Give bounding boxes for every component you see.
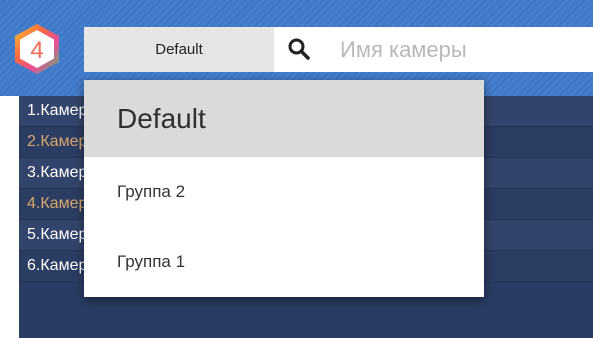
- group-dropdown-menu: Default Группа 2 Группа 1: [84, 80, 484, 297]
- dropdown-option-group-2[interactable]: Группа 2: [84, 157, 484, 227]
- hexagon-logo-icon[interactable]: 4: [11, 22, 63, 76]
- dropdown-option-group-1[interactable]: Группа 1: [84, 227, 484, 297]
- group-select-button[interactable]: Default: [84, 27, 274, 72]
- dropdown-option-default[interactable]: Default: [84, 80, 484, 157]
- logo-text: 4: [30, 37, 43, 64]
- search-input[interactable]: [340, 27, 580, 72]
- search-icon: [287, 37, 311, 61]
- dropdown-option-label: Группа 1: [117, 252, 186, 271]
- app-window: 4 Default 1.Камера 2.Камера 3.Камера: [0, 0, 593, 338]
- search-box[interactable]: [274, 27, 593, 72]
- group-select-label: Default: [155, 41, 203, 58]
- dropdown-option-label: Default: [117, 102, 206, 134]
- dropdown-option-label: Группа 2: [117, 182, 186, 201]
